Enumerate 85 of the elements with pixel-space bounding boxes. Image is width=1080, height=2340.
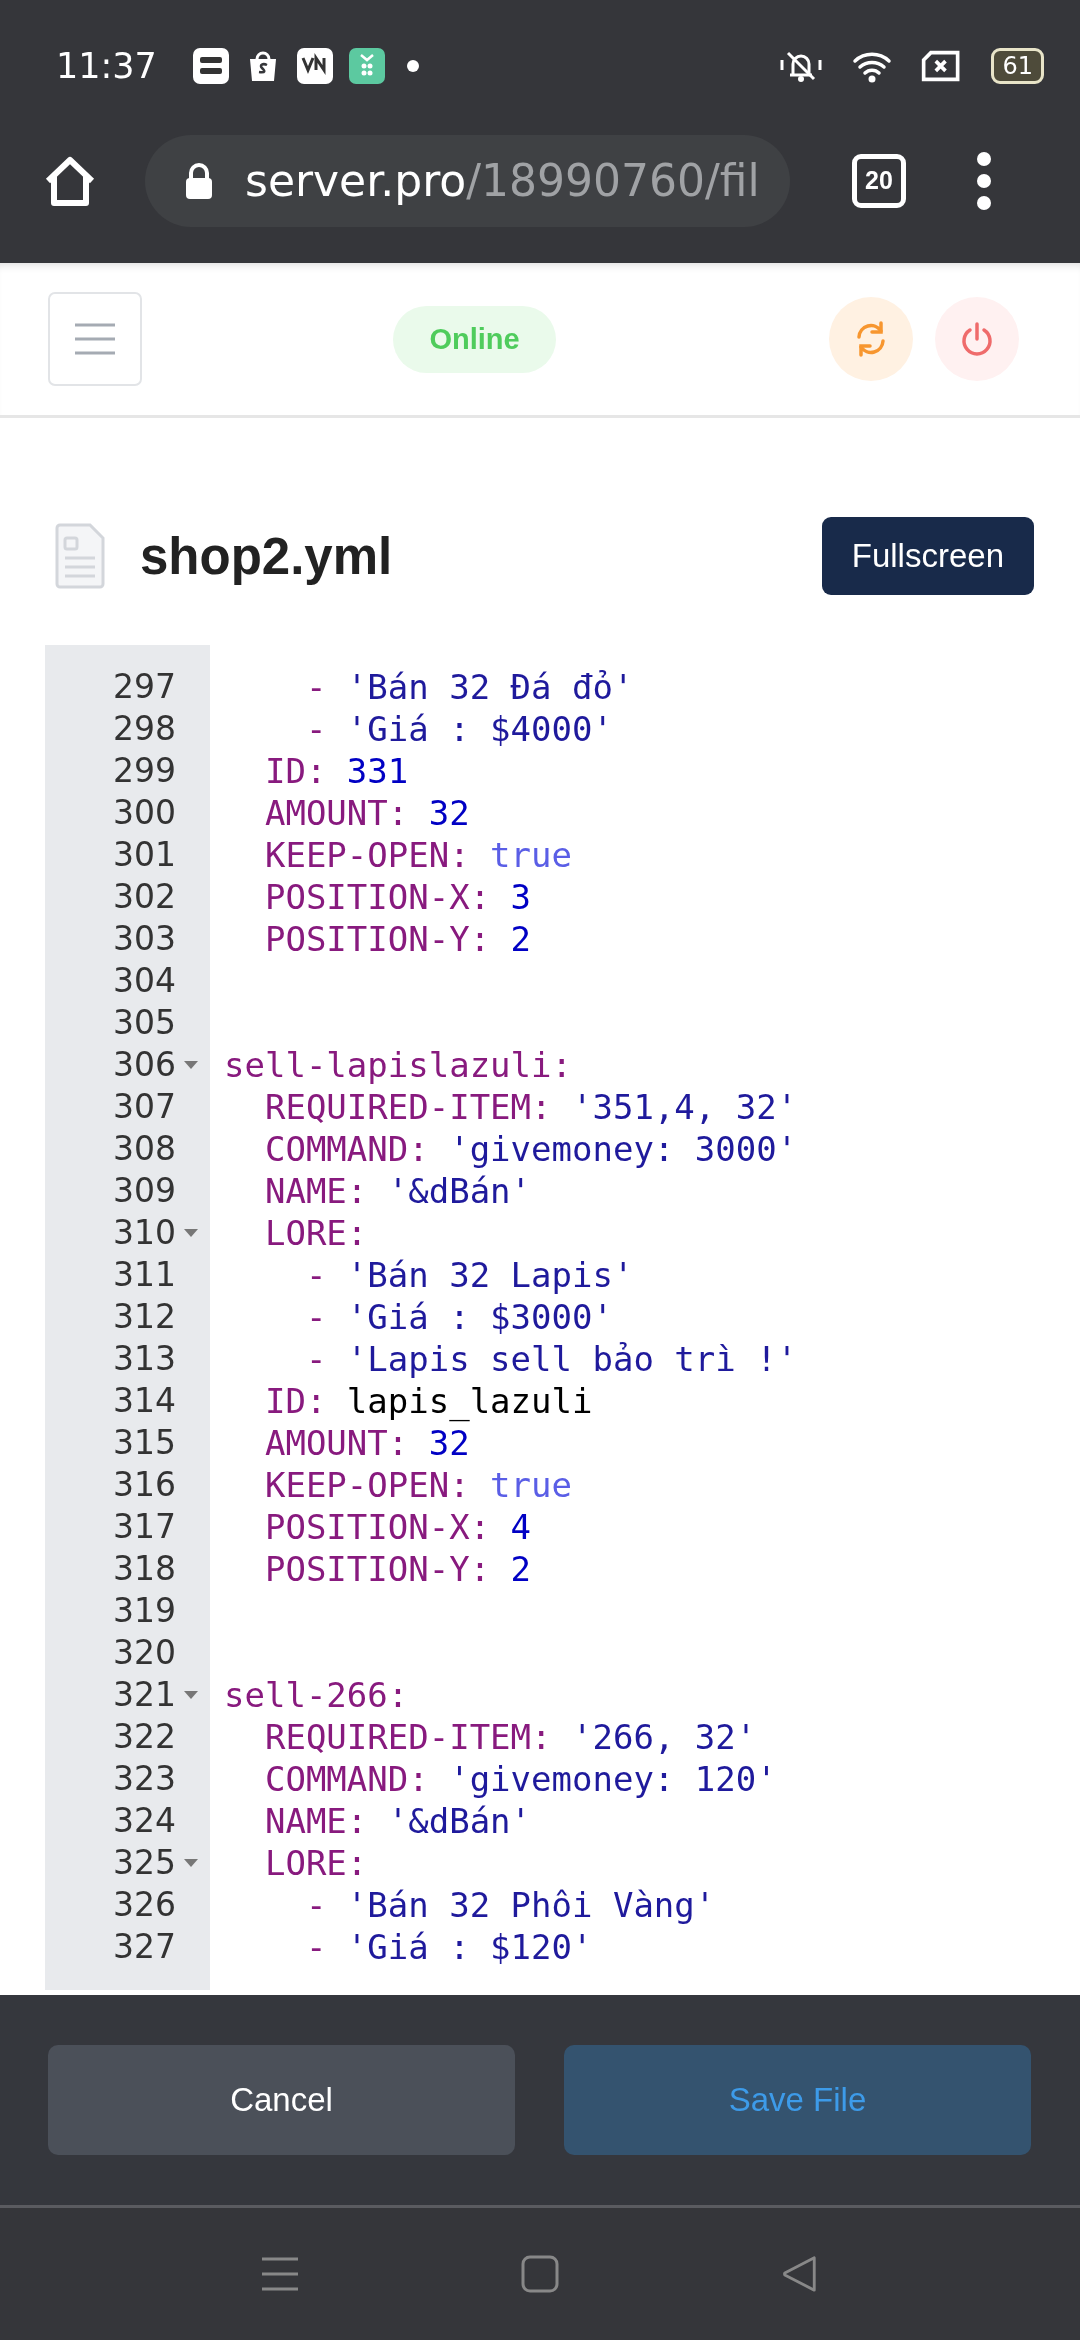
code-line: - 'Lapis sell bảo trì !' xyxy=(304,1339,798,1379)
code-line: POSITION-X: 4 xyxy=(263,1507,532,1547)
line-number: 327 xyxy=(113,1926,176,1968)
line-number: 298 xyxy=(113,708,176,750)
code-line: - 'Bán 32 Đá đỏ' xyxy=(304,667,634,707)
battery-level: 61 xyxy=(991,48,1044,84)
line-number: 307 xyxy=(113,1086,176,1128)
muted-bell-icon xyxy=(778,49,825,83)
line-number: 301 xyxy=(113,834,176,876)
url-text: server.pro/18990760/fil xyxy=(245,155,760,206)
line-number: 315 xyxy=(113,1422,176,1464)
line-number: 305 xyxy=(113,1002,176,1044)
line-number: 325 xyxy=(113,1842,176,1884)
line-number: 317 xyxy=(113,1506,176,1548)
line-number: 300 xyxy=(113,792,176,834)
code-line: AMOUNT: 32 xyxy=(263,1423,470,1463)
fold-arrow-icon[interactable] xyxy=(184,1858,198,1868)
code-line: COMMAND: 'givemoney: 120' xyxy=(263,1759,777,1799)
code-line: sell-266: xyxy=(224,1675,409,1715)
app-notification-icon xyxy=(296,48,333,84)
code-line: LORE: xyxy=(263,1213,368,1253)
line-number: 299 xyxy=(113,750,176,792)
file-name-title: shop2.yml xyxy=(140,526,394,586)
fold-arrow-icon[interactable] xyxy=(184,1228,198,1238)
code-line: AMOUNT: 32 xyxy=(263,793,470,833)
line-number: 314 xyxy=(113,1380,176,1422)
line-number: 324 xyxy=(113,1800,176,1842)
code-line: KEEP-OPEN: true xyxy=(263,835,572,875)
line-number: 320 xyxy=(113,1632,176,1674)
code-line: sell-lapislazuli: xyxy=(224,1045,572,1085)
code-line: - 'Bán 32 Lapis' xyxy=(304,1255,634,1295)
app-notification-icon xyxy=(348,48,385,84)
code-line: LORE: xyxy=(263,1843,368,1883)
line-number: 323 xyxy=(113,1758,176,1800)
tab-count-button[interactable]: 20 xyxy=(852,153,906,208)
notification-dot-icon xyxy=(406,60,419,72)
code-line: REQUIRED-ITEM: '266, 32' xyxy=(263,1717,757,1757)
cancel-button[interactable]: Cancel xyxy=(48,2045,515,2155)
fold-arrow-icon[interactable] xyxy=(184,1690,198,1700)
line-number: 304 xyxy=(113,960,176,1002)
line-number: 313 xyxy=(113,1338,176,1380)
line-number: 326 xyxy=(113,1884,176,1926)
code-line: - 'Bán 32 Phôi Vàng' xyxy=(304,1885,716,1925)
line-number: 308 xyxy=(113,1128,176,1170)
code-line: COMMAND: 'givemoney: 3000' xyxy=(263,1129,798,1169)
fullscreen-button[interactable]: Fullscreen xyxy=(821,517,1034,595)
line-number: 303 xyxy=(113,918,176,960)
line-number: 322 xyxy=(113,1716,176,1758)
code-line: NAME: '&dBán' xyxy=(263,1171,532,1211)
line-number: 321 xyxy=(113,1674,176,1716)
line-number: 309 xyxy=(113,1170,176,1212)
code-line: KEEP-OPEN: true xyxy=(263,1465,572,1505)
code-line: POSITION-Y: 2 xyxy=(263,919,532,959)
home-square-icon[interactable] xyxy=(521,2255,559,2293)
line-number: 297 xyxy=(113,666,176,708)
code-line: - 'Giá : $120' xyxy=(304,1927,593,1967)
code-line: POSITION-X: 3 xyxy=(263,877,532,917)
address-bar[interactable]: server.pro/18990760/fil xyxy=(145,134,790,227)
document-icon xyxy=(54,523,106,589)
code-line: ID: lapis_lazuli xyxy=(263,1381,593,1421)
app-notification-icon xyxy=(192,48,229,84)
line-number: 316 xyxy=(113,1464,176,1506)
line-number: 318 xyxy=(113,1548,176,1590)
more-menu-icon[interactable] xyxy=(976,150,992,211)
line-number: 310 xyxy=(113,1212,176,1254)
code-line: - 'Giá : $4000' xyxy=(304,709,613,749)
server-status-badge: Online xyxy=(393,305,556,373)
line-number: 312 xyxy=(113,1296,176,1338)
recent-apps-icon[interactable] xyxy=(261,2255,299,2293)
lock-icon xyxy=(183,160,215,201)
line-number: 319 xyxy=(113,1590,176,1632)
back-triangle-icon[interactable] xyxy=(781,2255,819,2293)
sim-card-icon xyxy=(920,49,962,83)
menu-icon xyxy=(73,322,117,356)
code-line: NAME: '&dBán' xyxy=(263,1801,532,1841)
code-line: POSITION-Y: 2 xyxy=(263,1549,532,1589)
menu-button[interactable] xyxy=(48,292,142,386)
clock-time: 11:37 xyxy=(56,46,157,86)
fold-arrow-icon[interactable] xyxy=(184,1060,198,1070)
line-number: 311 xyxy=(113,1254,176,1296)
code-line: REQUIRED-ITEM: '351,4, 32' xyxy=(263,1087,798,1127)
code-line: ID: 331 xyxy=(263,751,409,791)
code-line: - 'Giá : $3000' xyxy=(304,1297,613,1337)
line-number: 306 xyxy=(113,1044,176,1086)
line-number: 302 xyxy=(113,876,176,918)
